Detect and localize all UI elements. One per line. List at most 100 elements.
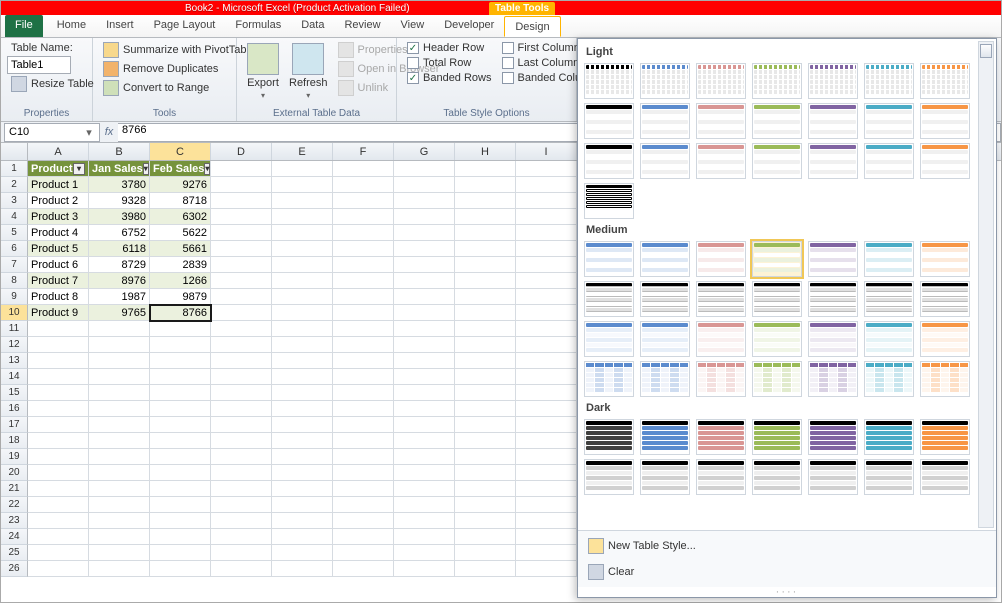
cell[interactable]: 6752 bbox=[89, 225, 150, 241]
cell[interactable]: Product 6 bbox=[28, 257, 89, 273]
cell[interactable] bbox=[211, 369, 272, 385]
row-header[interactable]: 1 bbox=[1, 161, 28, 177]
cell[interactable] bbox=[150, 481, 211, 497]
cell[interactable] bbox=[394, 193, 455, 209]
cell[interactable] bbox=[89, 321, 150, 337]
cell[interactable] bbox=[211, 513, 272, 529]
cell[interactable] bbox=[333, 545, 394, 561]
cell[interactable] bbox=[211, 545, 272, 561]
col-header[interactable]: H bbox=[455, 143, 516, 160]
table-style-thumb[interactable] bbox=[864, 143, 914, 179]
cell[interactable] bbox=[333, 465, 394, 481]
table-style-thumb[interactable] bbox=[920, 459, 970, 495]
table-style-thumb[interactable] bbox=[920, 321, 970, 357]
cell[interactable] bbox=[28, 465, 89, 481]
cell[interactable] bbox=[516, 241, 577, 257]
cell[interactable] bbox=[28, 353, 89, 369]
cell[interactable] bbox=[272, 289, 333, 305]
cell[interactable] bbox=[272, 513, 333, 529]
cell[interactable] bbox=[211, 289, 272, 305]
table-style-thumb[interactable] bbox=[640, 321, 690, 357]
cell[interactable]: Jan Sales▾ bbox=[89, 161, 150, 177]
cell[interactable] bbox=[272, 529, 333, 545]
cell[interactable] bbox=[150, 529, 211, 545]
cell[interactable] bbox=[272, 481, 333, 497]
cell[interactable] bbox=[333, 385, 394, 401]
cell[interactable] bbox=[150, 337, 211, 353]
cell[interactable] bbox=[28, 513, 89, 529]
cell[interactable] bbox=[89, 513, 150, 529]
cell[interactable] bbox=[455, 209, 516, 225]
table-style-thumb[interactable] bbox=[864, 459, 914, 495]
banded-rows-check[interactable]: Banded Rows bbox=[403, 71, 496, 85]
cell[interactable] bbox=[333, 513, 394, 529]
tab-home[interactable]: Home bbox=[47, 15, 96, 37]
cell[interactable] bbox=[333, 449, 394, 465]
cell[interactable] bbox=[89, 385, 150, 401]
cell[interactable] bbox=[333, 529, 394, 545]
cell[interactable] bbox=[211, 337, 272, 353]
cell[interactable] bbox=[394, 161, 455, 177]
row-header[interactable]: 17 bbox=[1, 417, 28, 433]
cell[interactable]: 5622 bbox=[150, 225, 211, 241]
cell[interactable] bbox=[272, 385, 333, 401]
cell[interactable] bbox=[394, 465, 455, 481]
cell[interactable] bbox=[211, 193, 272, 209]
table-style-thumb[interactable] bbox=[920, 103, 970, 139]
cell[interactable] bbox=[272, 273, 333, 289]
table-style-thumb[interactable] bbox=[920, 419, 970, 455]
cell[interactable] bbox=[272, 561, 333, 577]
row-header[interactable]: 12 bbox=[1, 337, 28, 353]
cell[interactable] bbox=[394, 561, 455, 577]
table-style-thumb[interactable] bbox=[920, 361, 970, 397]
table-style-thumb[interactable] bbox=[808, 361, 858, 397]
col-header[interactable]: G bbox=[394, 143, 455, 160]
table-style-thumb[interactable] bbox=[808, 143, 858, 179]
cell[interactable] bbox=[394, 513, 455, 529]
table-style-thumb[interactable] bbox=[808, 281, 858, 317]
summarize-pivottable-button[interactable]: Summarize with PivotTable bbox=[99, 41, 230, 59]
table-style-thumb[interactable] bbox=[696, 241, 746, 277]
cell[interactable] bbox=[455, 161, 516, 177]
filter-dropdown-icon[interactable]: ▾ bbox=[204, 163, 210, 175]
select-all-corner[interactable] bbox=[1, 143, 28, 160]
cell[interactable] bbox=[272, 177, 333, 193]
cell[interactable] bbox=[455, 481, 516, 497]
row-header[interactable]: 4 bbox=[1, 209, 28, 225]
header-row-check[interactable]: Header Row bbox=[403, 41, 496, 55]
cell[interactable]: 5661 bbox=[150, 241, 211, 257]
cell[interactable]: Product▾ bbox=[28, 161, 89, 177]
cell[interactable] bbox=[28, 545, 89, 561]
table-style-thumb[interactable] bbox=[808, 419, 858, 455]
cell[interactable] bbox=[455, 353, 516, 369]
cell[interactable]: 3980 bbox=[89, 209, 150, 225]
cell[interactable] bbox=[455, 561, 516, 577]
cell[interactable] bbox=[333, 209, 394, 225]
table-style-thumb[interactable] bbox=[696, 143, 746, 179]
cell[interactable] bbox=[394, 241, 455, 257]
cell[interactable] bbox=[455, 385, 516, 401]
cell[interactable] bbox=[150, 401, 211, 417]
table-style-thumb[interactable] bbox=[640, 63, 690, 99]
table-style-thumb[interactable] bbox=[696, 321, 746, 357]
cell[interactable] bbox=[89, 353, 150, 369]
table-style-thumb[interactable] bbox=[864, 281, 914, 317]
table-style-thumb[interactable] bbox=[752, 361, 802, 397]
row-header[interactable]: 25 bbox=[1, 545, 28, 561]
remove-duplicates-button[interactable]: Remove Duplicates bbox=[99, 60, 230, 78]
cell[interactable] bbox=[211, 481, 272, 497]
cell[interactable] bbox=[272, 193, 333, 209]
table-style-thumb[interactable] bbox=[864, 419, 914, 455]
cell[interactable] bbox=[89, 369, 150, 385]
cell[interactable] bbox=[333, 161, 394, 177]
table-style-thumb[interactable] bbox=[640, 241, 690, 277]
cell[interactable] bbox=[394, 449, 455, 465]
cell[interactable] bbox=[150, 353, 211, 369]
tab-page-layout[interactable]: Page Layout bbox=[144, 15, 226, 37]
fx-icon[interactable]: fx bbox=[100, 126, 118, 138]
table-style-thumb[interactable] bbox=[584, 419, 634, 455]
cell[interactable] bbox=[89, 545, 150, 561]
cell[interactable] bbox=[455, 417, 516, 433]
cell[interactable] bbox=[89, 449, 150, 465]
cell[interactable] bbox=[211, 433, 272, 449]
